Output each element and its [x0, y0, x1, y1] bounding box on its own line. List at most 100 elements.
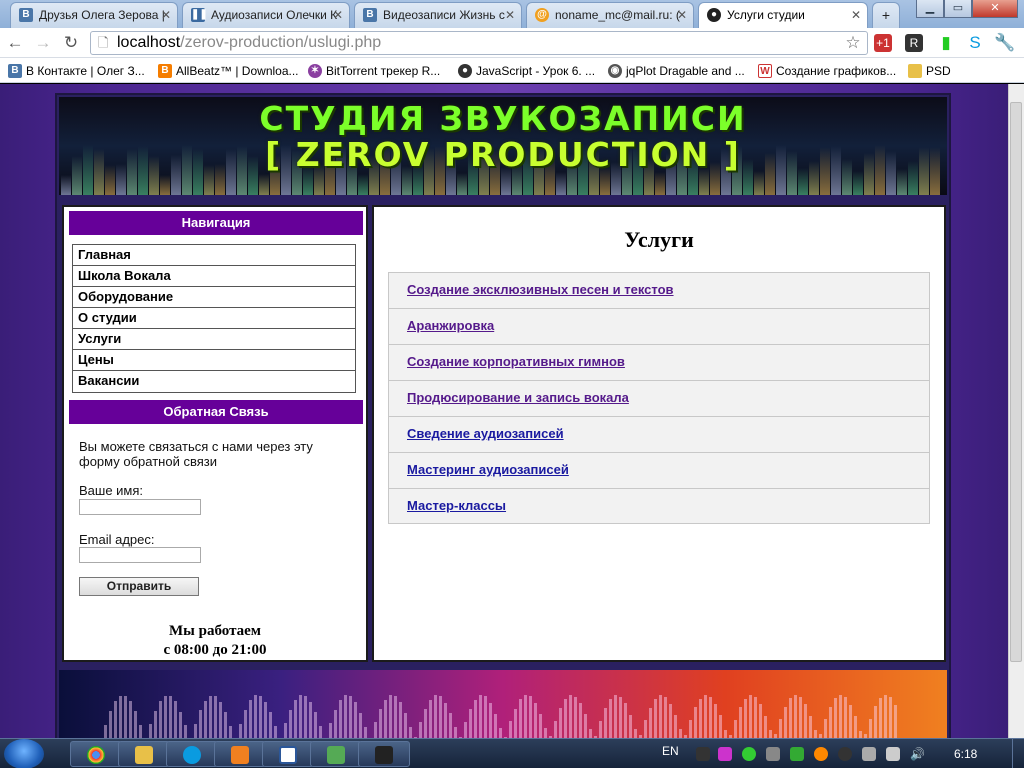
footer-wave-bar [184, 725, 187, 738]
ext-r-icon[interactable]: R [905, 34, 923, 52]
close-window-button[interactable]: ✕ [972, 0, 1018, 18]
tray-pen-icon[interactable] [718, 747, 732, 761]
service-link-songs[interactable]: Создание эксклюзивных песен и текстов [388, 272, 930, 308]
footer-wave-bar [739, 707, 742, 738]
tab-mail[interactable]: @ noname_mc@mail.ru: ( ✕ [526, 2, 694, 28]
taskbar-terminal[interactable] [358, 741, 410, 767]
tab-label: Аудиозаписи Олечки К [211, 8, 338, 22]
chrome-icon [87, 746, 105, 764]
footer-wave-bar [659, 695, 662, 738]
send-button[interactable]: Отправить [79, 577, 199, 596]
close-icon[interactable]: ✕ [677, 3, 687, 27]
footer-wave-bar [529, 696, 532, 738]
minimize-button[interactable]: ▁ [916, 0, 944, 18]
nav-item-home[interactable]: Главная [73, 245, 355, 266]
taskbar-app[interactable] [310, 741, 362, 767]
start-button[interactable] [4, 739, 44, 768]
footer-wave-bar [574, 696, 577, 738]
tray-orange-icon[interactable] [814, 747, 828, 761]
footer-wave-bar [394, 696, 397, 738]
url-path: /zerov-production/uslugi.php [180, 34, 382, 51]
service-link-mastering[interactable]: Мастеринг аудиозаписей [388, 452, 930, 488]
wrench-icon[interactable]: 🔧 [994, 32, 1016, 54]
equalizer-bar [259, 174, 269, 195]
nav-item-services[interactable]: Услуги [73, 329, 355, 350]
footer-wave-bar [749, 695, 752, 738]
forward-arrow-icon[interactable]: → [32, 32, 54, 54]
bookmark-bittorrent[interactable]: ✶ BitTorrent трекер R... [308, 62, 440, 80]
volume-icon[interactable]: 🔊 [910, 747, 925, 761]
tab-audio[interactable]: ❚❚ Аудиозаписи Олечки К ✕ [182, 2, 350, 28]
skype-icon [183, 746, 201, 764]
service-link-producing[interactable]: Продюсирование и запись вокала [388, 380, 930, 416]
close-icon[interactable]: ✕ [851, 3, 861, 27]
ext-plus-one-icon[interactable]: +1 [874, 34, 892, 52]
service-link-mixing[interactable]: Сведение аудиозаписей [388, 416, 930, 452]
footer-wave-bar [159, 700, 162, 738]
nav-item-about[interactable]: О студии [73, 308, 355, 329]
tray-check-icon[interactable] [742, 747, 756, 761]
language-indicator[interactable]: EN [662, 744, 679, 758]
nav-item-vacancies[interactable]: Вакансии [73, 371, 355, 392]
new-tab-button[interactable]: + [872, 2, 900, 28]
footer-wave-bar [299, 695, 302, 738]
footer-wave-bar [789, 698, 792, 738]
nav-item-vocal-school[interactable]: Школа Вокала [73, 266, 355, 287]
maximize-button[interactable]: ▭ [944, 0, 972, 18]
footer-wave-bar [569, 695, 572, 738]
footer-wave-bar [329, 722, 332, 738]
show-desktop-button[interactable] [1012, 739, 1024, 768]
tray-signal-icon[interactable] [886, 747, 900, 761]
tray-app-icon[interactable] [790, 747, 804, 761]
footer-wave-bar [264, 701, 267, 738]
close-icon[interactable]: ✕ [161, 3, 171, 27]
service-link-arrangement[interactable]: Аранжировка [388, 308, 930, 344]
footer-wave-bar [384, 699, 387, 738]
footer-wave-bar [149, 724, 152, 738]
footer-wave-bar [754, 696, 757, 738]
service-link-anthems[interactable]: Создание корпоративных гимнов [388, 344, 930, 380]
bookmark-vk[interactable]: B В Контакте | Олег З... [8, 62, 145, 80]
service-link-masterclasses[interactable]: Мастер-классы [388, 488, 930, 524]
ext-signal-icon[interactable]: ▮ [935, 32, 957, 54]
vertical-scrollbar[interactable] [1008, 84, 1024, 738]
bookmark-label: PSD [926, 64, 951, 78]
name-input[interactable] [79, 499, 201, 515]
tray-network-icon[interactable] [862, 747, 876, 761]
footer-wave-bar [359, 712, 362, 738]
footer-wave-bar [709, 696, 712, 738]
bookmark-javascript[interactable]: ● JavaScript - Урок 6. ... [458, 62, 595, 80]
tray-speed-icon[interactable] [838, 747, 852, 761]
taskbar-explorer[interactable] [118, 741, 170, 767]
skype-icon[interactable]: S [964, 32, 986, 54]
nav-item-prices[interactable]: Цены [73, 350, 355, 371]
scrollbar-thumb[interactable] [1010, 102, 1022, 662]
email-input[interactable] [79, 547, 201, 563]
tab-vk-friends[interactable]: B Друзья Олега Зерова | ✕ [10, 2, 178, 28]
bookmark-jqplot[interactable]: ◉ jqPlot Dragable and ... [608, 62, 745, 80]
taskbar-word[interactable] [262, 741, 314, 767]
taskbar-skype[interactable] [166, 741, 218, 767]
tray-usb-icon[interactable] [766, 747, 780, 761]
taskbar-chrome[interactable] [70, 741, 122, 767]
bookmark-allbeatz[interactable]: B AllBeatz™ | Downloa... [158, 62, 299, 80]
reload-icon[interactable]: ↻ [60, 32, 82, 54]
equalizer-bar [655, 171, 665, 195]
close-icon[interactable]: ✕ [505, 3, 515, 27]
footer-wave-bar [859, 730, 862, 738]
main-content: Услуги Создание эксклюзивных песен и тек… [372, 205, 946, 662]
bookmark-star-icon[interactable]: ☆ [842, 32, 864, 54]
bookmark-folder-psd[interactable]: PSD [908, 62, 951, 80]
tab-services[interactable]: ● Услуги студии ✕ [698, 2, 868, 28]
system-clock[interactable]: 6:18 [954, 747, 977, 761]
back-arrow-icon[interactable]: ← [4, 32, 26, 54]
taskbar-media[interactable] [214, 741, 266, 767]
tab-video[interactable]: B Видеозаписи Жизнь с ✕ [354, 2, 522, 28]
tray-incognito-icon[interactable] [696, 747, 710, 761]
address-bar[interactable]: 🗋 localhost/zerov-production/uslugi.php [90, 31, 868, 55]
footer-wave-bar [664, 696, 667, 738]
close-icon[interactable]: ✕ [333, 3, 343, 27]
app-icon [327, 746, 345, 764]
bookmark-charts[interactable]: W Создание графиков... [758, 62, 896, 80]
nav-item-equipment[interactable]: Оборудование [73, 287, 355, 308]
